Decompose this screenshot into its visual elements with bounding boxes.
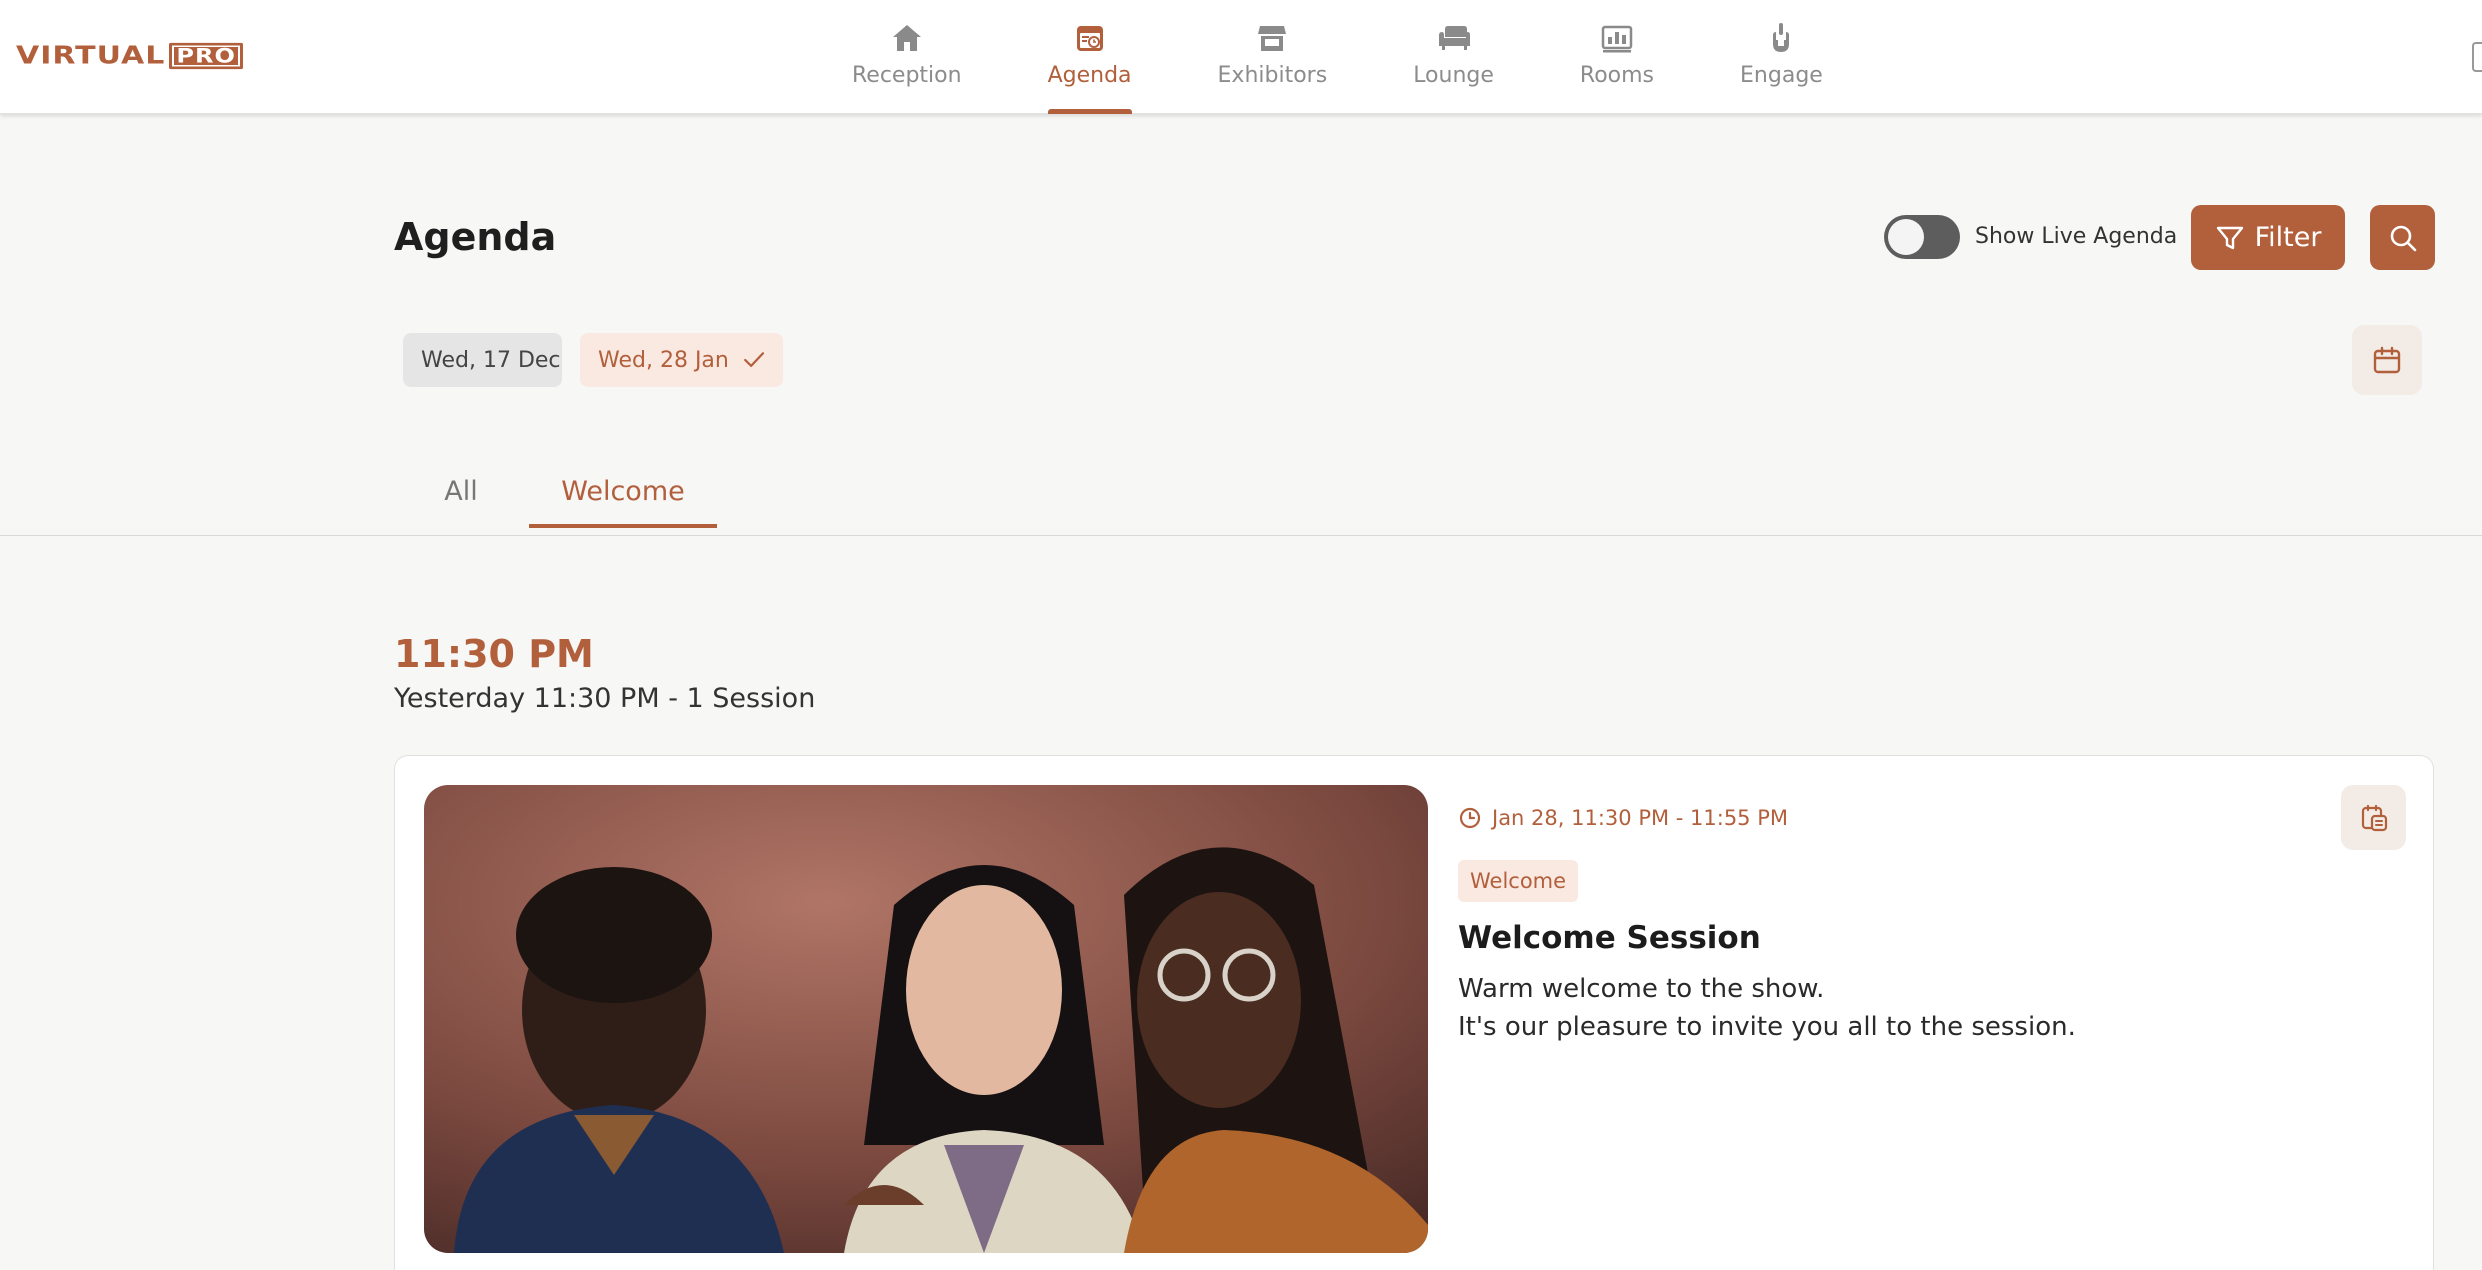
filter-button-label: Filter — [2254, 222, 2322, 253]
page-title: Agenda — [394, 215, 557, 259]
add-to-agenda-icon — [2361, 804, 2387, 831]
session-time-range: Jan 28, 11:30 PM - 11:55 PM — [1458, 803, 1788, 833]
nav-item-lounge[interactable]: Lounge — [1413, 0, 1494, 114]
session-description-line: It's our pleasure to invite you all to t… — [1458, 1012, 2076, 1042]
top-navigation-bar: VIRTUAL PRO Reception Agenda Exhibitors … — [0, 0, 2482, 114]
session-description: Warm welcome to the show. It's our pleas… — [1458, 970, 2358, 1046]
checkmark-icon — [743, 352, 764, 368]
add-to-schedule-button[interactable] — [2341, 785, 2406, 850]
date-chip-wed-17-dec[interactable]: Wed, 17 Dec — [403, 333, 562, 387]
nav-item-agenda[interactable]: Agenda — [1047, 0, 1132, 114]
filter-funnel-icon — [2216, 226, 2243, 249]
date-chip-label: Wed, 28 Jan — [598, 347, 729, 373]
time-slot-subtitle: Yesterday 11:30 PM - 1 Session — [394, 683, 816, 714]
calendar-picker-button[interactable] — [2352, 325, 2422, 395]
nav-item-reception[interactable]: Reception — [852, 0, 962, 114]
tab-all[interactable]: All — [420, 470, 502, 528]
filter-button[interactable]: Filter — [2191, 205, 2345, 270]
session-time-range-text: Jan 28, 11:30 PM - 11:55 PM — [1492, 806, 1788, 830]
nav-item-exhibitors[interactable]: Exhibitors — [1217, 0, 1328, 114]
nav-label: Rooms — [1579, 63, 1655, 88]
home-icon — [892, 25, 921, 51]
profile-edge-icon[interactable] — [2472, 42, 2482, 72]
tabs-divider — [0, 535, 2482, 536]
virtual-pro-logo[interactable]: VIRTUAL PRO — [16, 40, 243, 72]
search-button[interactable] — [2370, 205, 2435, 270]
nav-label: Engage — [1740, 63, 1823, 88]
hand-point-icon — [1773, 23, 1790, 52]
nav-label: Lounge — [1413, 63, 1494, 88]
nav-label: Reception — [852, 63, 962, 88]
show-live-agenda-toggle[interactable] — [1884, 215, 1960, 259]
date-chip-label: Wed, 17 Dec — [421, 347, 561, 373]
clock-icon — [1459, 807, 1481, 829]
calendar-icon — [2373, 346, 2401, 374]
logo-wordmark: VIRTUAL — [16, 41, 166, 70]
agenda-calendar-icon — [1076, 26, 1103, 51]
session-card[interactable]: Jan 28, 11:30 PM - 11:55 PM Welcome Welc… — [394, 755, 2434, 1270]
session-track-tag: Welcome — [1458, 860, 1579, 902]
main-nav: Reception Agenda Exhibitors Lounge Rooms… — [852, 0, 1823, 114]
nav-label: Agenda — [1047, 63, 1132, 88]
sofa-icon — [1438, 26, 1470, 50]
date-chip-wed-28-jan[interactable]: Wed, 28 Jan — [580, 333, 783, 387]
storefront-icon — [1258, 26, 1287, 51]
nav-item-engage[interactable]: Engage — [1740, 0, 1823, 114]
time-slot-heading: 11:30 PM — [394, 632, 594, 676]
show-live-agenda-label: Show Live Agenda — [1975, 224, 2178, 249]
nav-item-rooms[interactable]: Rooms — [1580, 0, 1654, 114]
session-photo-illustration — [424, 785, 1428, 1253]
tab-welcome[interactable]: Welcome — [529, 470, 717, 528]
logo-badge: PRO — [169, 42, 243, 70]
toggle-knob — [1888, 219, 1924, 255]
search-icon — [2390, 225, 2416, 251]
session-title[interactable]: Welcome Session — [1458, 916, 1761, 960]
rooms-icon — [1601, 25, 1633, 53]
session-photo — [424, 785, 1428, 1253]
nav-label: Exhibitors — [1217, 63, 1328, 88]
session-description-line: Warm welcome to the show. — [1458, 974, 1825, 1004]
